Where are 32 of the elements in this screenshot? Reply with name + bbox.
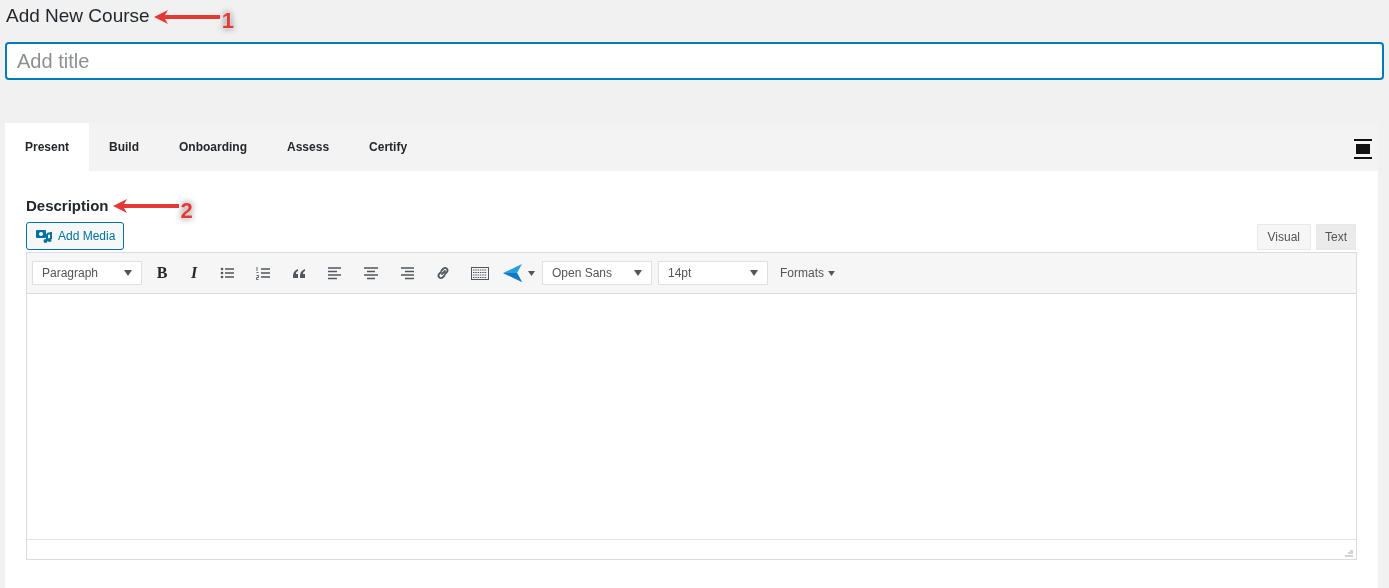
- annotation-number: 2: [180, 196, 193, 225]
- editor-mode-tab[interactable]: Visual: [1256, 224, 1311, 250]
- bulleted-list-icon[interactable]: [219, 265, 237, 281]
- italic-button[interactable]: I: [180, 259, 208, 287]
- tab[interactable]: Build: [89, 123, 160, 171]
- dropdown[interactable]: 14pt: [658, 261, 768, 285]
- expand-icon[interactable]: [1352, 138, 1374, 160]
- title-input[interactable]: Add title: [5, 42, 1384, 80]
- caret-icon: [124, 270, 132, 276]
- keyboard-icon[interactable]: [471, 265, 489, 281]
- align-center-icon[interactable]: [363, 265, 381, 281]
- editor-mode-tab[interactable]: Text: [1316, 224, 1356, 250]
- description-heading: Description: [26, 195, 109, 216]
- align-right-icon[interactable]: [399, 265, 417, 281]
- page-title: Add New Course: [6, 4, 150, 29]
- numbered-list-icon[interactable]: [255, 265, 273, 281]
- formats-menu[interactable]: Formats: [774, 259, 841, 287]
- tab[interactable]: Onboarding: [159, 123, 268, 171]
- caret-icon: [828, 270, 835, 276]
- dropdown[interactable]: Paragraph: [32, 261, 142, 285]
- resize-handle-icon[interactable]: [1344, 547, 1354, 557]
- arrow-dropdown-icon[interactable]: [502, 263, 536, 283]
- tab[interactable]: Certify: [349, 123, 428, 171]
- add-media-button[interactable]: Add Media: [26, 222, 125, 250]
- tab[interactable]: Present: [5, 123, 90, 171]
- annotation-number: 1: [221, 7, 234, 35]
- media-icon: [35, 228, 52, 244]
- caret-icon: [634, 270, 642, 276]
- caret-icon: [750, 270, 758, 276]
- dropdown[interactable]: Open Sans: [542, 261, 652, 285]
- tab[interactable]: Assess: [267, 123, 350, 171]
- bold-button[interactable]: B: [148, 259, 176, 287]
